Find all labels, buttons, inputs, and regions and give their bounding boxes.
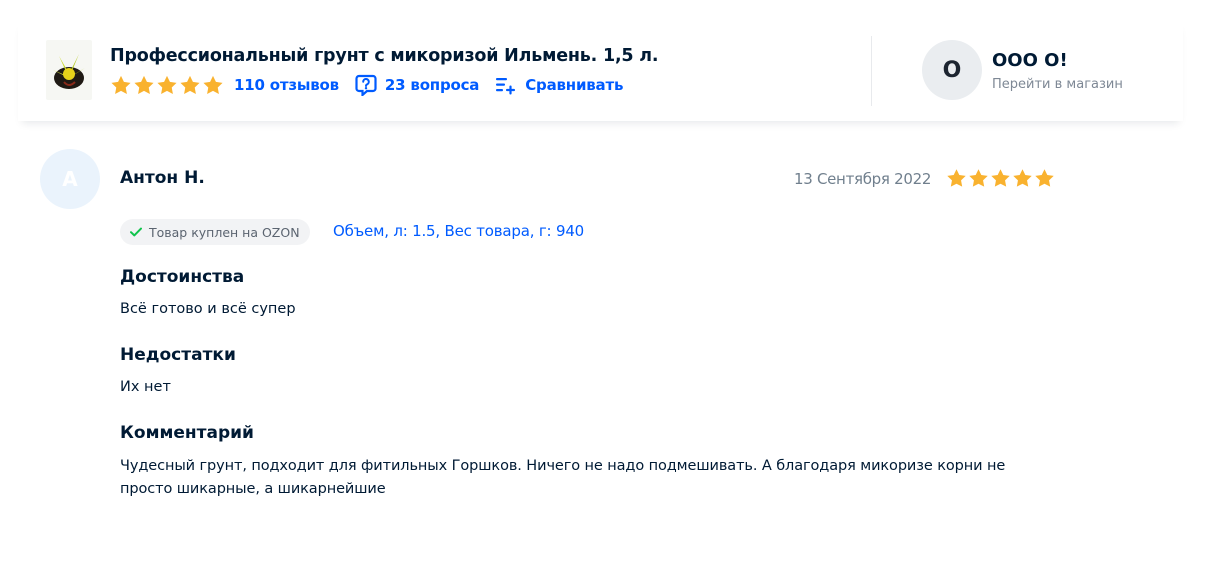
product-meta: 110 отзывов 23 вопроса Сравнивать — [110, 73, 623, 97]
cons-title: Недостатки — [120, 345, 236, 365]
cons-text: Их нет — [120, 379, 171, 395]
star-icon — [991, 169, 1010, 187]
reviews-link[interactable]: 110 отзывов — [234, 76, 339, 94]
star-icon — [969, 169, 988, 187]
product-header: Профессиональный грунт с микоризой Ильме… — [18, 20, 1183, 121]
compare-link[interactable]: Сравнивать — [525, 76, 623, 94]
variant-link[interactable]: Объем, л: 1.5, Вес товара, г: 940 — [333, 222, 584, 240]
review-date: 13 Сентября 2022 — [794, 170, 932, 188]
star-icon — [1035, 169, 1054, 187]
shop-avatar[interactable]: О — [922, 40, 982, 100]
star-icon — [1013, 169, 1032, 187]
purchased-badge-label: Товар куплен на OZON — [149, 224, 300, 240]
compare-list-icon — [495, 75, 517, 95]
star-icon — [203, 75, 223, 94]
purchased-badge: Товар куплен на OZON — [120, 219, 310, 245]
star-icon — [947, 169, 966, 187]
comment-title: Комментарий — [120, 423, 254, 443]
star-icon — [111, 75, 131, 94]
product-title[interactable]: Профессиональный грунт с микоризой Ильме… — [110, 46, 659, 66]
shop-name[interactable]: ООО О! — [992, 50, 1068, 71]
review-rating-stars — [946, 168, 1055, 188]
comment-text: Чудесный грунт, подходит для фитильных Г… — [120, 458, 1006, 497]
review-card: А Антон Н. 13 Сентября 2022 Товар куплен… — [0, 140, 1219, 560]
review-author: Антон Н. — [120, 168, 205, 188]
checkmark-icon — [130, 227, 142, 237]
pros-title: Достоинства — [120, 267, 245, 287]
avatar: А — [40, 149, 100, 209]
product-image — [53, 54, 85, 89]
star-icon — [134, 75, 154, 94]
star-icon — [157, 75, 177, 94]
product-thumbnail[interactable] — [46, 40, 92, 100]
go-to-shop-link[interactable]: Перейти в магазин — [992, 77, 1123, 92]
question-bubble-icon — [355, 74, 377, 96]
pros-text: Всё готово и всё супер — [120, 301, 296, 317]
header-divider — [871, 36, 872, 106]
product-rating-stars — [110, 75, 224, 95]
star-icon — [180, 75, 200, 94]
questions-link[interactable]: 23 вопроса — [385, 76, 480, 94]
